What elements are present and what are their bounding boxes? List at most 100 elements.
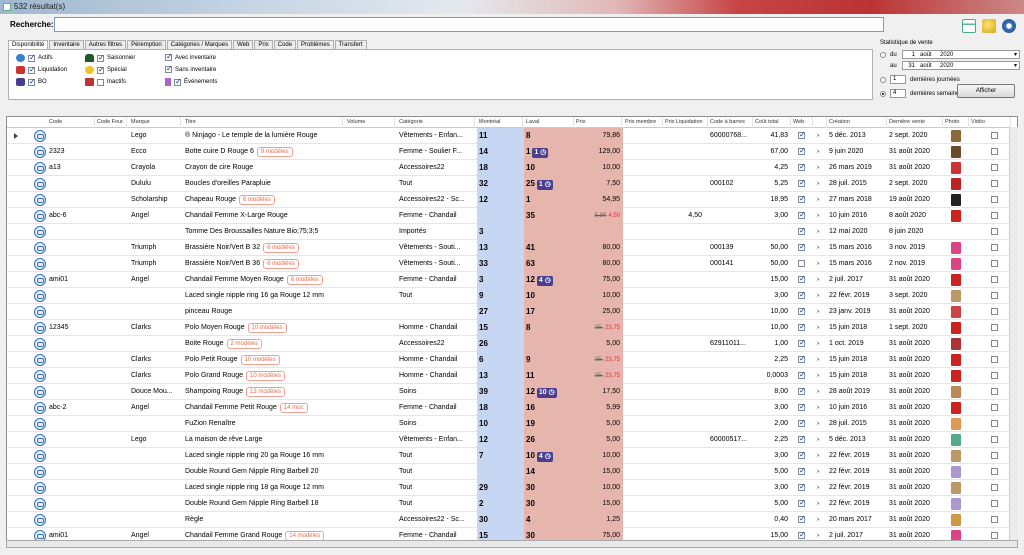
product-photo[interactable] (951, 434, 961, 446)
table-row[interactable]: Laced single nipple ring 18 ga Rouge 12 … (7, 480, 1011, 496)
models-badge[interactable]: 10 modèles (245, 371, 286, 381)
models-badge[interactable]: 14 moc (279, 403, 308, 413)
product-photo[interactable] (951, 146, 961, 158)
filter-evenements[interactable]: Événements (165, 77, 217, 86)
product-photo[interactable] (951, 354, 961, 366)
checkbox[interactable] (165, 64, 173, 73)
product-photo[interactable] (951, 418, 961, 430)
column-header[interactable]: Code à barres (708, 117, 753, 128)
video-checkbox[interactable] (991, 420, 998, 427)
tab-6[interactable]: Prix (254, 40, 273, 49)
column-header[interactable]: Coût total (753, 117, 791, 128)
table-row[interactable]: abc-6 Angel Chandail Femme X-Large Rouge Fe… (7, 208, 1011, 224)
column-header[interactable]: Code (47, 117, 95, 128)
tab-8[interactable]: Problèmes (297, 40, 334, 49)
date-from-picker[interactable]: 1 août 2020 ▾ (902, 50, 1020, 59)
column-header[interactable]: Montréal (477, 117, 523, 128)
filter-avec-inventaire[interactable]: Avec inventaire (165, 52, 216, 61)
table-row[interactable]: Clarks Polo Grand Rouge 10 modèles Homme - … (7, 368, 1011, 384)
filter-actifs[interactable]: Actifs (16, 53, 53, 62)
filter-liquidation[interactable]: Liquidation (16, 65, 67, 74)
weeks-spinner[interactable]: 4 (890, 89, 906, 98)
table-row[interactable]: Laced single nipple ring 16 ga Rouge 12 … (7, 288, 1011, 304)
web-checkbox[interactable] (798, 130, 806, 139)
table-row[interactable]: Boite Rouge 2 modèles Accessoires22 26 5,00 6… (7, 336, 1011, 352)
product-photo[interactable] (951, 466, 961, 478)
models-badge[interactable]: 10 modèles (247, 323, 287, 333)
video-checkbox[interactable] (991, 180, 998, 187)
checkbox[interactable] (97, 78, 104, 86)
models-badge[interactable]: 6 modèles (286, 275, 323, 285)
web-checkbox[interactable] (798, 418, 806, 427)
table-row[interactable]: Règle Accessoires22 - Sc... 3041,25 0,40 › 20… (7, 512, 1011, 528)
web-checkbox[interactable] (798, 290, 806, 299)
table-row[interactable]: 2323 Ecco Botte cuire D Rouge 69 modèles Fe… (7, 144, 1011, 160)
table-row[interactable]: FuZion Renaître Soins 10195,00 2,00 › 28 juil… (7, 416, 1011, 432)
models-badge[interactable]: 10 modèles (240, 355, 280, 365)
gear-icon[interactable] (1002, 19, 1016, 33)
tab-2[interactable]: Autres filtres (84, 40, 127, 49)
web-checkbox[interactable] (798, 226, 806, 235)
web-checkbox[interactable] (798, 260, 805, 267)
date-to-picker[interactable]: 31 août 2020 ▾ (902, 61, 1020, 70)
web-checkbox[interactable] (798, 194, 806, 203)
web-checkbox[interactable] (798, 322, 806, 331)
product-photo[interactable] (951, 498, 961, 510)
models-badge[interactable]: 6 modèles (263, 243, 299, 253)
web-checkbox[interactable] (798, 386, 806, 395)
column-header[interactable]: Dernière vente (887, 117, 943, 128)
product-photo[interactable] (951, 386, 961, 398)
product-photo[interactable] (951, 162, 961, 174)
cursor-icon[interactable] (982, 19, 996, 33)
video-checkbox[interactable] (991, 292, 998, 299)
web-checkbox[interactable] (798, 482, 806, 491)
column-header[interactable]: Titre (183, 117, 343, 128)
filter-inactifs[interactable]: Inactifs (85, 78, 126, 86)
product-photo[interactable] (951, 370, 961, 382)
column-header[interactable]: Prix Liquidation (663, 117, 708, 128)
column-header[interactable]: Catégorie (397, 117, 475, 128)
web-checkbox[interactable] (798, 450, 806, 459)
video-checkbox[interactable] (991, 276, 998, 283)
horizontal-scrollbar[interactable] (6, 540, 1018, 548)
tab-3[interactable]: Péremption (127, 40, 166, 49)
filter-saisonnier[interactable]: Saisonnier (85, 53, 135, 62)
checkbox[interactable] (97, 65, 105, 74)
video-checkbox[interactable] (991, 532, 998, 539)
video-checkbox[interactable] (991, 148, 998, 155)
web-checkbox[interactable] (798, 162, 806, 171)
web-checkbox[interactable] (798, 178, 806, 187)
table-row[interactable]: Scholarship Chapeau Rouge 6 modèles Accesso… (7, 192, 1011, 208)
table-row[interactable]: Clarks Polo Petit Rouge 10 modèles Homme - … (7, 352, 1011, 368)
spreadsheet-icon[interactable] (962, 19, 976, 33)
video-checkbox[interactable] (991, 468, 998, 475)
video-checkbox[interactable] (991, 452, 998, 459)
table-row[interactable]: Douce Mou... Shampoing Rouge 13 modèles Soi… (7, 384, 1011, 400)
checkbox[interactable] (28, 53, 36, 62)
web-checkbox[interactable] (798, 498, 806, 507)
product-photo[interactable] (951, 514, 961, 526)
video-checkbox[interactable] (991, 484, 998, 491)
video-checkbox[interactable] (991, 516, 998, 523)
web-checkbox[interactable] (798, 370, 806, 379)
table-row[interactable]: ami01 Angel Chandail Femme Moyen Rouge 6 mo… (7, 272, 1011, 288)
column-header[interactable]: Code Four. (95, 117, 127, 128)
checkbox[interactable] (174, 77, 182, 86)
web-checkbox[interactable] (798, 434, 806, 443)
product-photo[interactable] (951, 258, 961, 270)
tab-4[interactable]: Catégories / Marques (166, 40, 233, 49)
column-header[interactable]: Vidéo (969, 117, 1011, 128)
column-header[interactable]: Prix (574, 117, 622, 128)
models-badge[interactable]: 13 modèles (246, 387, 286, 397)
web-checkbox[interactable] (798, 530, 806, 539)
search-input[interactable] (54, 17, 884, 32)
product-photo[interactable] (951, 130, 961, 142)
product-photo[interactable] (951, 482, 961, 494)
video-checkbox[interactable] (991, 260, 998, 267)
product-photo[interactable] (951, 306, 961, 318)
checkbox[interactable] (28, 65, 36, 74)
tab-7[interactable]: Code (273, 40, 297, 49)
table-row[interactable]: Lego ® Ninjago - Le temple de la lumière … (7, 128, 1011, 144)
column-header[interactable]: Photo (943, 117, 969, 128)
video-checkbox[interactable] (991, 404, 998, 411)
